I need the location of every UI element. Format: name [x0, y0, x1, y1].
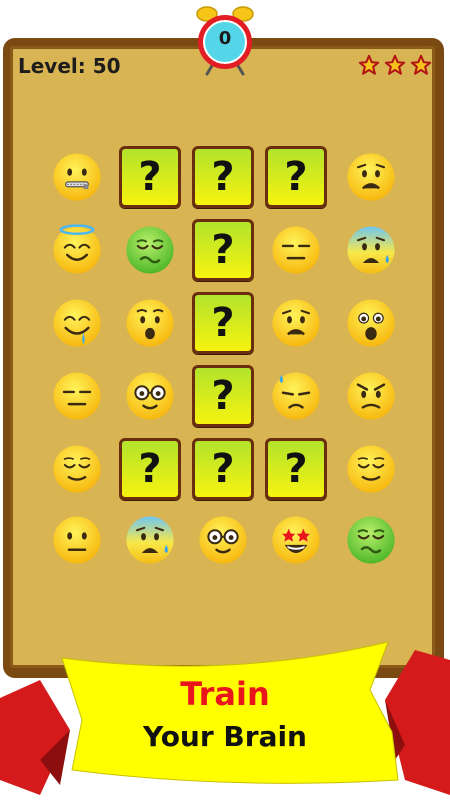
relieved-face-icon: [347, 445, 395, 493]
emoji-tile[interactable]: [45, 218, 109, 282]
nerd-face-icon: [199, 516, 247, 564]
hidden-tile-face[interactable]: ?: [192, 292, 254, 354]
hidden-tile[interactable]: ?: [191, 291, 255, 355]
emoji-grid: ??? ? ? ? ???: [45, 145, 405, 565]
hidden-tile-face[interactable]: ?: [265, 438, 327, 500]
emoji-tile[interactable]: [45, 437, 109, 501]
question-mark: ?: [211, 227, 235, 273]
emoji-tile[interactable]: [264, 291, 328, 355]
hidden-tile-face[interactable]: ?: [192, 146, 254, 208]
banner-subtitle: Your Brain: [142, 720, 307, 753]
question-mark: ?: [211, 154, 235, 200]
astonished-face-icon: [347, 299, 395, 347]
nauseated-face-icon: [347, 516, 395, 564]
emoji-tile[interactable]: [45, 291, 109, 355]
worried-face-icon: [272, 299, 320, 347]
emoji-tile[interactable]: [118, 508, 182, 572]
hidden-tile-face[interactable]: ?: [265, 146, 327, 208]
expressionless-face-icon: [53, 372, 101, 420]
emoji-tile[interactable]: [191, 508, 255, 572]
emoji-tile[interactable]: [118, 218, 182, 282]
emoji-tile[interactable]: [339, 364, 403, 428]
emoji-tile[interactable]: [264, 508, 328, 572]
hushed-face-icon: [126, 299, 174, 347]
angry-face-icon: [347, 372, 395, 420]
hidden-tile-face[interactable]: ?: [192, 219, 254, 281]
hidden-tile[interactable]: ?: [191, 437, 255, 501]
hidden-tile-face[interactable]: ?: [119, 438, 181, 500]
emoji-tile[interactable]: [264, 364, 328, 428]
hidden-tile[interactable]: ?: [191, 218, 255, 282]
hidden-tile[interactable]: ?: [118, 437, 182, 501]
emoji-tile[interactable]: [264, 218, 328, 282]
anxious-face-with-sweat-icon: [126, 516, 174, 564]
emoji-tile[interactable]: [118, 291, 182, 355]
hidden-tile-face[interactable]: ?: [119, 146, 181, 208]
emoji-tile[interactable]: [339, 291, 403, 355]
star-icon: [410, 54, 432, 75]
emoji-tile[interactable]: [118, 364, 182, 428]
hidden-tile[interactable]: ?: [264, 437, 328, 501]
star-icon: [358, 54, 380, 75]
neutral-face-icon: [53, 516, 101, 564]
emoji-tile[interactable]: [45, 145, 109, 209]
star-rating: [358, 54, 432, 76]
timer-clock: 0: [193, 4, 257, 76]
hidden-tile-face[interactable]: ?: [192, 365, 254, 427]
question-mark: ?: [138, 154, 162, 200]
hidden-tile[interactable]: ?: [264, 145, 328, 209]
question-mark: ?: [284, 446, 308, 492]
drooling-face-icon: [53, 299, 101, 347]
expressionless-face-icon: [272, 226, 320, 274]
relieved-face-icon: [53, 445, 101, 493]
emoji-tile[interactable]: [339, 218, 403, 282]
banner-title: Train: [180, 675, 270, 713]
question-mark: ?: [284, 154, 308, 200]
question-mark: ?: [211, 446, 235, 492]
level-label: Level: 50: [18, 54, 121, 78]
hidden-tile[interactable]: ?: [191, 364, 255, 428]
star-icon: [384, 54, 406, 75]
question-mark: ?: [138, 446, 162, 492]
worried-face-icon: [347, 153, 395, 201]
downcast-face-with-sweat-icon: [272, 372, 320, 420]
hidden-tile[interactable]: ?: [191, 145, 255, 209]
emoji-tile[interactable]: [339, 145, 403, 209]
emoji-tile[interactable]: [339, 508, 403, 572]
hidden-tile-face[interactable]: ?: [192, 438, 254, 500]
emoji-tile[interactable]: [45, 364, 109, 428]
question-mark: ?: [211, 300, 235, 346]
anxious-face-with-sweat-icon: [347, 226, 395, 274]
star-struck-face-icon: [272, 516, 320, 564]
zipper-mouth-face-icon: [53, 153, 101, 201]
timer-value: 0: [218, 28, 232, 49]
nauseated-face-icon: [126, 226, 174, 274]
question-mark: ?: [211, 373, 235, 419]
hidden-tile[interactable]: ?: [118, 145, 182, 209]
emoji-tile[interactable]: [339, 437, 403, 501]
smiling-face-with-halo-icon: [53, 224, 101, 274]
emoji-tile[interactable]: [45, 508, 109, 572]
nerd-face-icon: [126, 372, 174, 420]
